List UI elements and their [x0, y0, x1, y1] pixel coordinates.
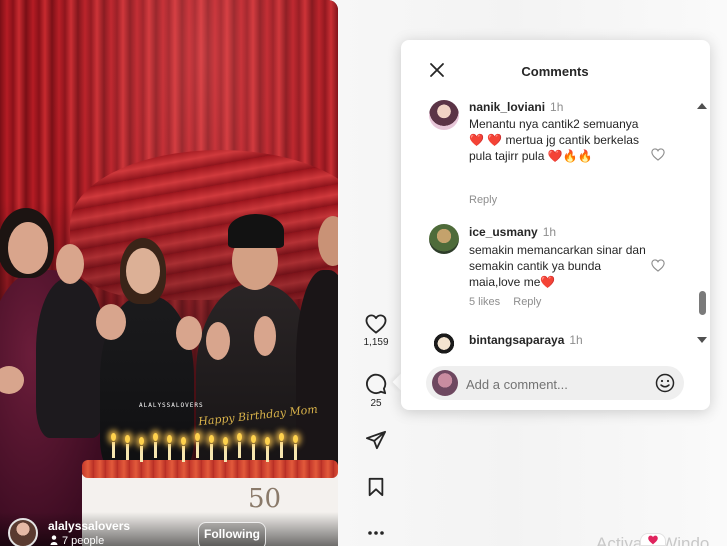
share-action[interactable]	[360, 430, 392, 450]
candle	[112, 442, 115, 458]
comment-username[interactable]: bintangsaparaya 1h	[469, 333, 583, 347]
heart-icon	[648, 535, 658, 545]
candle-flame	[279, 433, 284, 441]
viewer-count: 7 people	[62, 535, 105, 546]
candle	[168, 444, 171, 460]
comment-text: semakin memancarkan sinar dan semakin ca…	[469, 243, 646, 289]
comment-action[interactable]: 25	[360, 373, 392, 409]
comment-count: 25	[370, 398, 382, 409]
comments-list[interactable]: nanik_loviani 1h Menantu nya cantik2 semu…	[401, 92, 696, 354]
clapping-hands-4	[254, 316, 276, 356]
cake-berries	[82, 460, 338, 478]
candle-flame	[125, 435, 130, 443]
author-avatar[interactable]	[8, 518, 38, 546]
candle	[210, 444, 213, 460]
candle-flame	[195, 433, 200, 441]
candle-flame	[223, 437, 228, 445]
scroll-up-arrow-icon[interactable]	[697, 103, 707, 109]
video-watermark: ALALYSSALOVERS	[139, 402, 204, 409]
send-icon[interactable]	[365, 430, 387, 450]
comment-time: 1h	[542, 225, 557, 239]
comment-meta: 5 likes Reply	[469, 296, 551, 308]
comment-username[interactable]: nanik_loviani 1h	[469, 100, 563, 114]
comment-username[interactable]: ice_usmany 1h	[469, 225, 556, 239]
candle	[238, 442, 241, 458]
comment-meta: Reply	[469, 194, 507, 206]
candle	[140, 446, 143, 462]
candle-flame	[293, 435, 298, 443]
candle-flame	[251, 435, 256, 443]
clapping-hands-3	[206, 322, 230, 360]
comment-icon[interactable]	[365, 373, 387, 395]
comment-avatar[interactable]	[429, 224, 459, 254]
clapping-hands-2	[176, 316, 202, 350]
comment-avatar[interactable]	[429, 330, 459, 354]
comment-likes[interactable]: 5 likes	[469, 296, 500, 308]
comment-time: 1h	[569, 333, 583, 347]
save-action[interactable]	[360, 477, 392, 497]
heart-icon[interactable]	[365, 314, 387, 334]
candle-flame	[167, 435, 172, 443]
candle	[266, 446, 269, 462]
cake-number: 50	[248, 484, 282, 514]
add-comment-input[interactable]	[466, 371, 646, 397]
candle-flame	[153, 433, 158, 441]
like-action[interactable]: 1,159	[360, 314, 392, 348]
current-user-avatar	[432, 370, 458, 396]
comment-text: Menantu nya cantik2 semuanya❤️ ❤️ mertua…	[469, 117, 639, 163]
comment-heart-icon[interactable]	[651, 148, 665, 161]
candle-flame	[237, 433, 242, 441]
following-button[interactable]: Following	[198, 522, 266, 546]
person-woman-2	[36, 278, 106, 438]
candle	[252, 444, 255, 460]
author-username[interactable]: alalyssalovers	[48, 519, 130, 533]
person-center-woman-face	[126, 248, 160, 294]
candle-flame	[111, 433, 116, 441]
person-icon	[50, 535, 58, 545]
comment-time: 1h	[550, 100, 564, 114]
scrollbar-thumb[interactable]	[699, 291, 706, 315]
candle	[182, 446, 185, 462]
reply-button[interactable]: Reply	[513, 296, 541, 308]
candle-flame	[139, 437, 144, 445]
clapping-hands-1	[96, 304, 126, 340]
candle	[154, 442, 157, 458]
candle	[224, 446, 227, 462]
person-right	[296, 270, 338, 470]
person-left-face	[8, 222, 48, 274]
scroll-down-arrow-icon[interactable]	[697, 337, 707, 343]
candle-flame	[209, 435, 214, 443]
candle-flame	[265, 437, 270, 445]
candle-flame	[181, 437, 186, 445]
like-count: 1,159	[363, 337, 389, 348]
comment-heart-icon[interactable]	[651, 259, 665, 272]
more-icon[interactable]	[367, 530, 385, 536]
reels-viewer: Happy Birthday Mom 50 ALALYSSALOVERS ala…	[0, 0, 727, 546]
comments-title: Comments	[521, 64, 589, 79]
comment-avatar[interactable]	[429, 100, 459, 130]
person-woman-2-face	[56, 244, 84, 284]
beanie	[228, 214, 284, 248]
reel-video[interactable]: Happy Birthday Mom 50 ALALYSSALOVERS ala…	[0, 0, 338, 546]
emoji-icon[interactable]	[655, 373, 675, 393]
candle	[280, 442, 283, 458]
close-icon[interactable]	[428, 61, 446, 79]
more-action[interactable]	[360, 530, 392, 536]
candle	[294, 444, 297, 460]
reply-button[interactable]: Reply	[469, 194, 497, 206]
candle	[126, 444, 129, 460]
bookmark-icon[interactable]	[367, 477, 385, 497]
candle	[196, 442, 199, 458]
